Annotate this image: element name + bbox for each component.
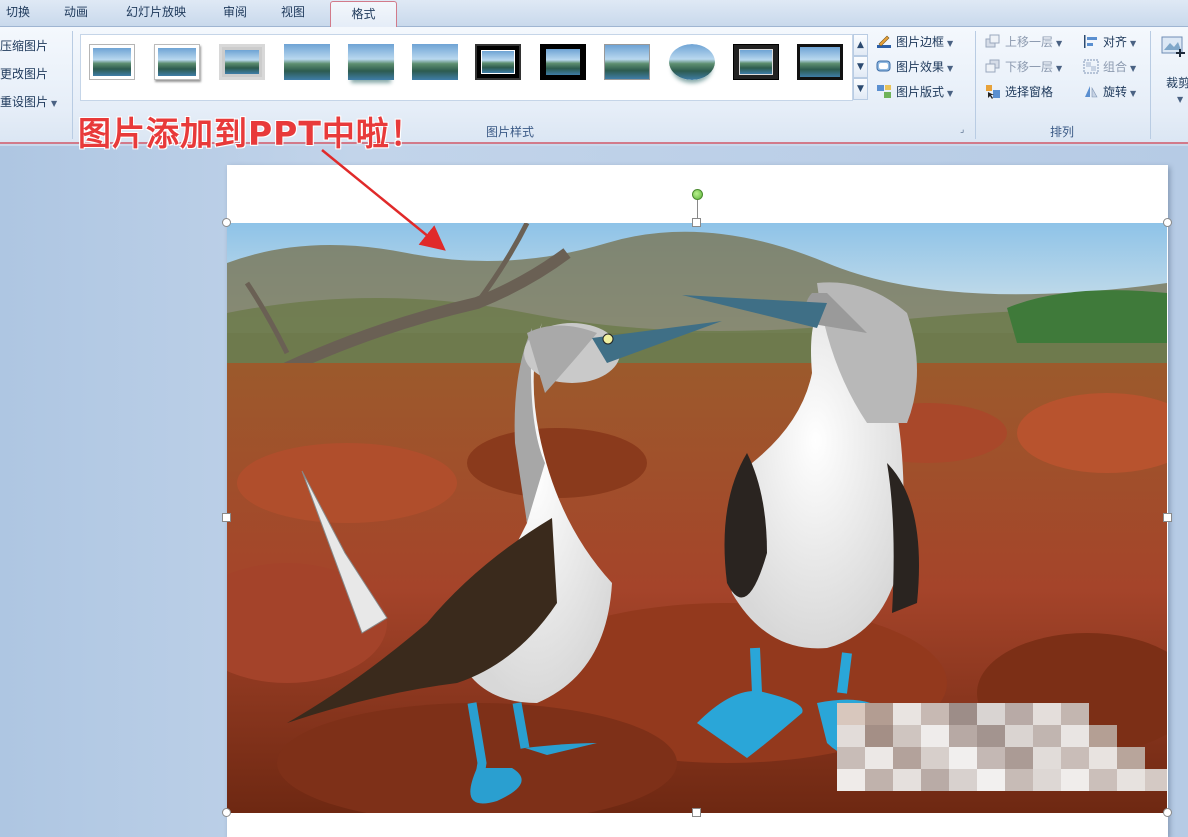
group-separator <box>72 31 73 139</box>
reset-picture-button[interactable]: 重设图片 ▼ <box>0 93 57 110</box>
chevron-down-icon: ▼ <box>1130 89 1137 98</box>
smartart-layout-icon <box>876 84 892 99</box>
ribbon-tab-bar: 切换 动画 幻灯片放映 审阅 视图 格式 <box>0 0 1188 28</box>
reset-picture-label: 重设图片 <box>0 95 49 109</box>
resize-handle-top-right[interactable] <box>1163 218 1172 227</box>
picture-layout-label: 图片版式 <box>896 85 945 99</box>
rotate-icon <box>1083 84 1099 99</box>
send-backward-label: 下移一层 <box>1005 60 1054 74</box>
rotate-label: 旋转 <box>1103 85 1128 99</box>
chevron-down-icon: ▼ <box>51 99 58 108</box>
picture-style-thumb[interactable] <box>154 44 200 80</box>
group-separator <box>1150 31 1151 139</box>
picture-effects-icon <box>876 59 892 74</box>
picture-style-thumb[interactable] <box>604 44 650 80</box>
picture-effects-button[interactable]: 图片效果 ▼ <box>876 57 953 77</box>
gallery-scroll-down-button[interactable]: ▼ <box>853 56 868 78</box>
chevron-down-icon: ▼ <box>947 39 954 48</box>
chevron-down-icon: ▼ <box>1130 64 1137 73</box>
tab-review[interactable]: 审阅 <box>215 0 255 27</box>
picture-style-thumb[interactable] <box>284 44 330 80</box>
group-label: 组合 <box>1103 60 1128 74</box>
picture-style-thumb[interactable] <box>669 44 715 80</box>
inserted-picture[interactable] <box>227 223 1167 813</box>
chevron-down-icon: ▼ <box>1056 39 1063 48</box>
picture-style-thumb[interactable] <box>348 44 394 80</box>
align-label: 对齐 <box>1103 35 1128 49</box>
selection-pane-icon <box>985 84 1001 99</box>
resize-handle-bottom-right[interactable] <box>1163 808 1172 817</box>
picture-layout-button[interactable]: 图片版式 ▼ <box>876 82 953 102</box>
send-backward-button[interactable]: 下移一层 ▼ <box>985 57 1062 77</box>
change-picture-button[interactable]: 更改图片 <box>0 65 48 82</box>
blurred-watermark <box>837 703 1167 813</box>
group-separator <box>975 31 976 139</box>
tab-view[interactable]: 视图 <box>273 0 313 27</box>
picture-style-thumb[interactable] <box>733 44 779 80</box>
tab-slideshow[interactable]: 幻灯片放映 <box>116 0 196 27</box>
bring-forward-icon <box>985 34 1001 49</box>
resize-handle-top-left[interactable] <box>222 218 231 227</box>
picture-style-thumb[interactable] <box>412 44 458 80</box>
bring-forward-button[interactable]: 上移一层 ▼ <box>985 32 1062 52</box>
picture-style-thumb[interactable] <box>89 44 135 80</box>
picture-style-thumb[interactable] <box>797 44 843 80</box>
align-icon <box>1083 34 1099 49</box>
crop-button[interactable]: 裁剪 <box>1166 73 1188 93</box>
compress-pictures-button[interactable]: 压缩图片 <box>0 37 48 54</box>
pencil-icon <box>876 34 892 49</box>
resize-handle-right[interactable] <box>1163 513 1172 522</box>
chevron-down-icon: ▼ <box>1177 95 1184 104</box>
picture-style-thumb[interactable] <box>475 44 521 80</box>
crop-label: 裁剪 <box>1166 76 1188 90</box>
gallery-more-button[interactable]: ▼ <box>853 78 868 100</box>
resize-handle-bottom[interactable] <box>692 808 701 817</box>
picture-styles-group-label: 图片样式 <box>486 125 535 139</box>
arrange-group-label: 排列 <box>1050 125 1075 139</box>
picture-styles-gallery <box>80 34 853 101</box>
compress-pictures-label: 压缩图片 <box>0 39 49 53</box>
bring-forward-label: 上移一层 <box>1005 35 1054 49</box>
resize-handle-left[interactable] <box>222 513 231 522</box>
tab-transitions[interactable]: 切换 <box>0 0 36 27</box>
tab-format[interactable]: 格式 <box>330 1 397 28</box>
dialog-launcher-icon[interactable]: ⌟ <box>960 125 964 135</box>
send-backward-icon <box>985 59 1001 74</box>
resize-handle-top[interactable] <box>692 218 701 227</box>
resize-handle-bottom-left[interactable] <box>222 808 231 817</box>
crop-icon[interactable] <box>1160 33 1186 59</box>
group-icon <box>1083 59 1099 74</box>
chevron-down-icon: ▼ <box>947 64 954 73</box>
rotate-handle[interactable] <box>692 189 703 200</box>
picture-effects-label: 图片效果 <box>896 60 945 74</box>
group-button[interactable]: 组合 ▼ <box>1083 57 1136 77</box>
tab-animations[interactable]: 动画 <box>56 0 96 27</box>
chevron-down-icon: ▼ <box>1130 39 1137 48</box>
gallery-scroll-up-button[interactable]: ▲ <box>853 34 868 56</box>
selection-pane-label: 选择窗格 <box>1005 85 1054 99</box>
annotation-arrow-icon <box>321 149 446 251</box>
selection-pane-button[interactable]: 选择窗格 <box>985 82 1053 102</box>
rotate-button[interactable]: 旋转 ▼ <box>1083 82 1136 102</box>
change-picture-label: 更改图片 <box>0 67 49 81</box>
picture-style-thumb[interactable] <box>540 44 586 80</box>
picture-border-button[interactable]: 图片边框 ▼ <box>876 32 953 52</box>
chevron-down-icon: ▼ <box>1056 64 1063 73</box>
picture-style-thumb[interactable] <box>219 44 265 80</box>
picture-border-label: 图片边框 <box>896 35 945 49</box>
align-button[interactable]: 对齐 ▼ <box>1083 32 1136 52</box>
chevron-down-icon: ▼ <box>947 89 954 98</box>
